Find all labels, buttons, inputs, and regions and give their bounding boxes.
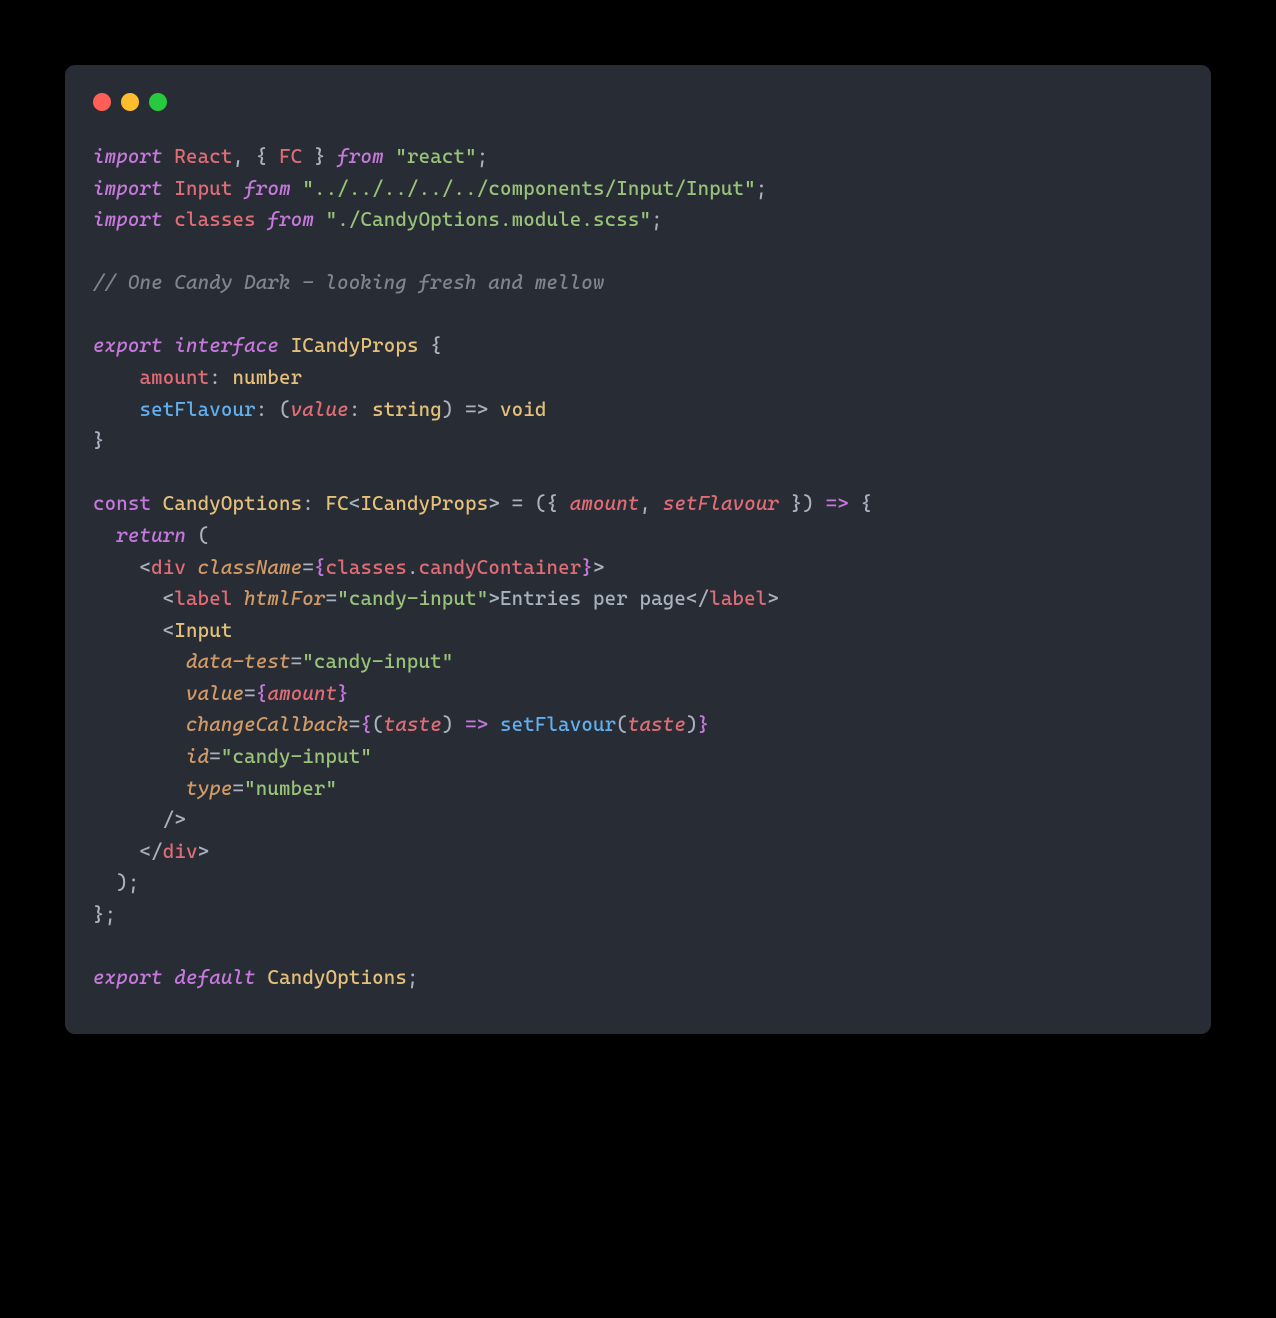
keyword-import: import xyxy=(93,177,163,200)
keyword-import: import xyxy=(93,145,163,168)
type: FC xyxy=(326,492,349,515)
jsx-attr: id xyxy=(186,745,209,768)
code-block: import React, { FC } from "react"; impor… xyxy=(93,141,1183,994)
function-call: setFlavour xyxy=(500,713,616,736)
jsx-text: Entries per page xyxy=(500,587,686,610)
keyword-interface: interface xyxy=(174,334,279,357)
identifier: FC xyxy=(279,145,302,168)
jsx-attr: htmlFor xyxy=(244,587,325,610)
identifier: React xyxy=(174,145,232,168)
string-literal: "../../../../../components/Input/Input" xyxy=(302,177,755,200)
window-controls xyxy=(93,93,1183,111)
editor-window: import React, { FC } from "react"; impor… xyxy=(65,65,1211,1034)
property: candyContainer xyxy=(419,556,582,579)
const-name: CandyOptions xyxy=(163,492,303,515)
string-literal: "candy-input" xyxy=(337,587,488,610)
keyword-export: export xyxy=(93,966,163,989)
identifier: CandyOptions xyxy=(267,966,407,989)
string-literal: "react" xyxy=(395,145,476,168)
minimize-icon[interactable] xyxy=(121,93,139,111)
type: void xyxy=(500,398,547,421)
string-literal: "candy-input" xyxy=(221,745,372,768)
string-literal: "number" xyxy=(244,777,337,800)
param: amount xyxy=(570,492,640,515)
param: value xyxy=(291,398,349,421)
param: setFlavour xyxy=(663,492,779,515)
jsx-tag: div xyxy=(151,556,186,579)
identifier: Input xyxy=(174,177,232,200)
keyword-from: from xyxy=(244,177,291,200)
string-literal: "candy-input" xyxy=(302,650,453,673)
keyword-from: from xyxy=(337,145,384,168)
type: string xyxy=(372,398,442,421)
arrow: => xyxy=(826,492,849,515)
method: setFlavour xyxy=(140,398,256,421)
maximize-icon[interactable] xyxy=(149,93,167,111)
arrow: => xyxy=(465,713,488,736)
identifier: classes xyxy=(174,208,255,231)
keyword-default: default xyxy=(174,966,255,989)
generic: ICandyProps xyxy=(360,492,488,515)
identifier: amount xyxy=(267,682,337,705)
jsx-tag: label xyxy=(709,587,767,610)
param: taste xyxy=(384,713,442,736)
type-name: ICandyProps xyxy=(291,334,419,357)
jsx-component: Input xyxy=(174,619,232,642)
keyword-from: from xyxy=(267,208,314,231)
jsx-attr: type xyxy=(186,777,233,800)
jsx-attr: value xyxy=(186,682,244,705)
jsx-attr: data-test xyxy=(186,650,291,673)
jsx-tag: label xyxy=(174,587,232,610)
keyword-return: return xyxy=(116,524,186,547)
keyword-import: import xyxy=(93,208,163,231)
comment: // One Candy Dark - looking fresh and me… xyxy=(93,271,605,294)
close-icon[interactable] xyxy=(93,93,111,111)
identifier: taste xyxy=(628,713,686,736)
jsx-tag: div xyxy=(163,840,198,863)
jsx-attr: className xyxy=(198,556,303,579)
identifier: classes xyxy=(326,556,407,579)
string-literal: "./CandyOptions.module.scss" xyxy=(326,208,652,231)
keyword-const: const xyxy=(93,492,151,515)
property: amount xyxy=(140,366,210,389)
keyword-export: export xyxy=(93,334,163,357)
jsx-attr: changeCallback xyxy=(186,713,349,736)
type: number xyxy=(233,366,303,389)
